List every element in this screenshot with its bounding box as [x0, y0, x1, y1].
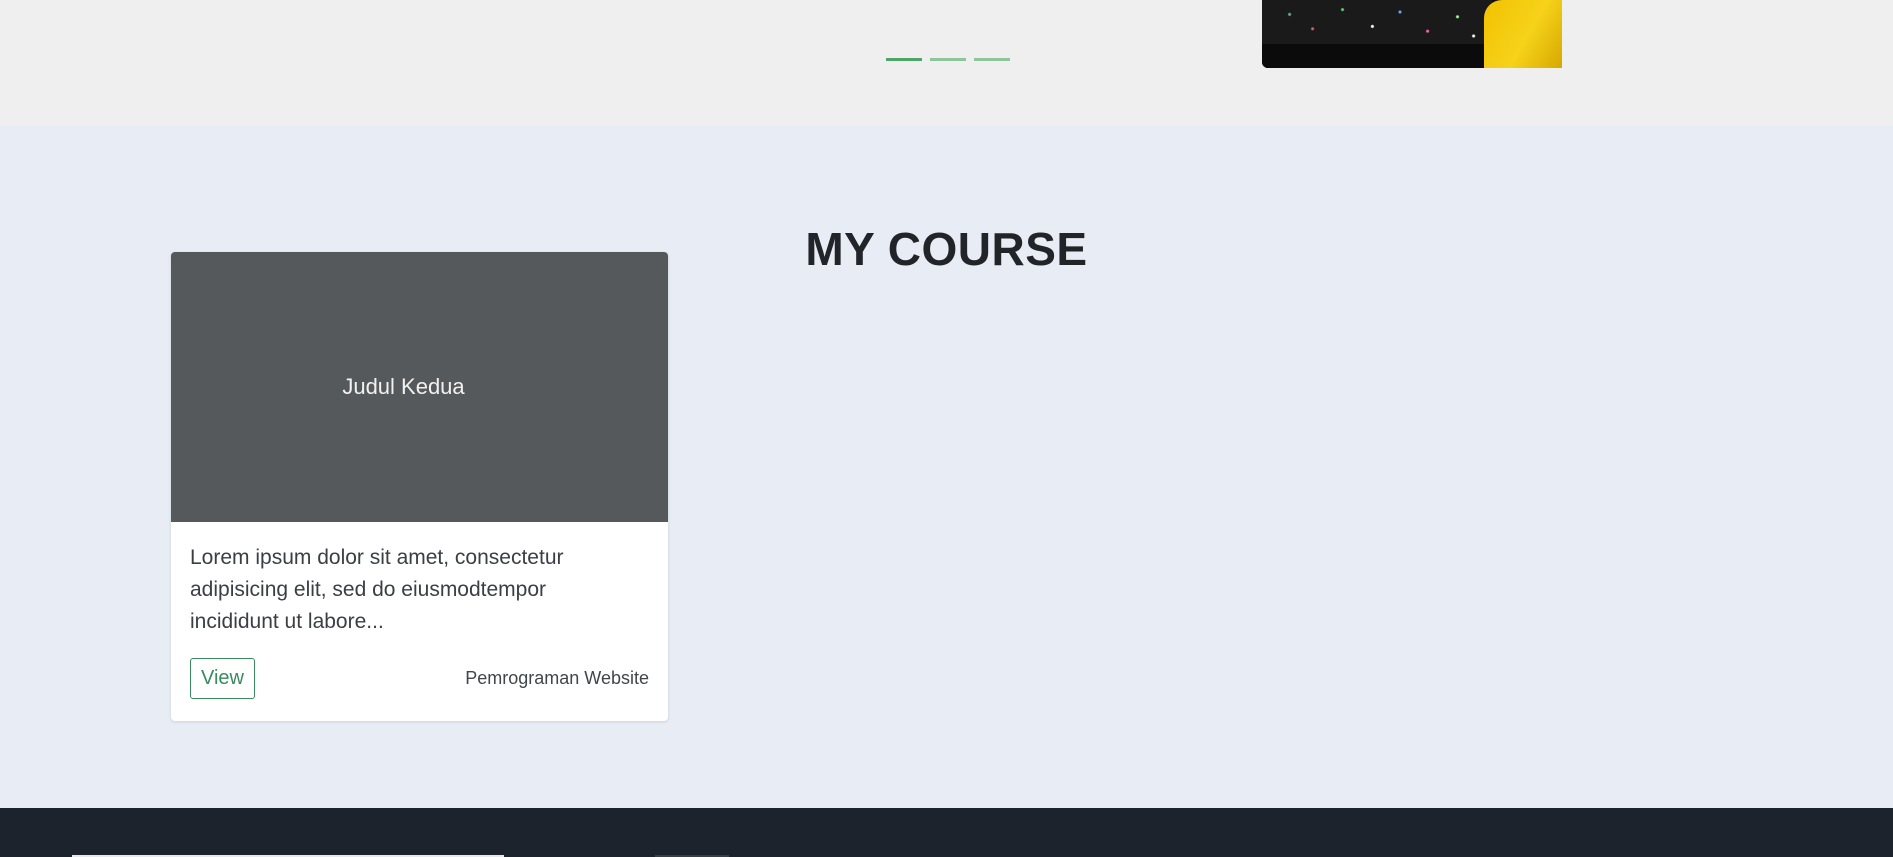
course-card-image: Judul Kedua — [171, 252, 668, 522]
carousel-indicator-2[interactable] — [930, 58, 966, 61]
carousel-indicator-3[interactable] — [974, 58, 1010, 61]
course-section: MY COURSE Judul Kedua Lorem ipsum dolor … — [0, 126, 1893, 808]
hero-pants-graphic — [1262, 44, 1492, 68]
course-category: Pemrograman Website — [465, 668, 649, 688]
hero-shirt-graphic — [1262, 0, 1492, 48]
hero-carousel — [0, 0, 1893, 126]
carousel-indicators — [886, 58, 1010, 61]
hero-yellow-graphic — [1484, 0, 1562, 68]
carousel-indicator-1[interactable] — [886, 58, 922, 61]
view-button[interactable]: View — [190, 658, 255, 699]
course-card-footer: View Pemrograman Website — [190, 658, 649, 699]
course-card-body: Lorem ipsum dolor sit amet, consectetur … — [171, 522, 668, 699]
hero-slide-image — [1262, 0, 1562, 68]
course-card-description: Lorem ipsum dolor sit amet, consectetur … — [190, 546, 564, 633]
course-card: Judul Kedua Lorem ipsum dolor sit amet, … — [171, 252, 668, 721]
course-card-image-title: Judul Kedua — [342, 374, 465, 399]
footer — [0, 808, 1893, 857]
